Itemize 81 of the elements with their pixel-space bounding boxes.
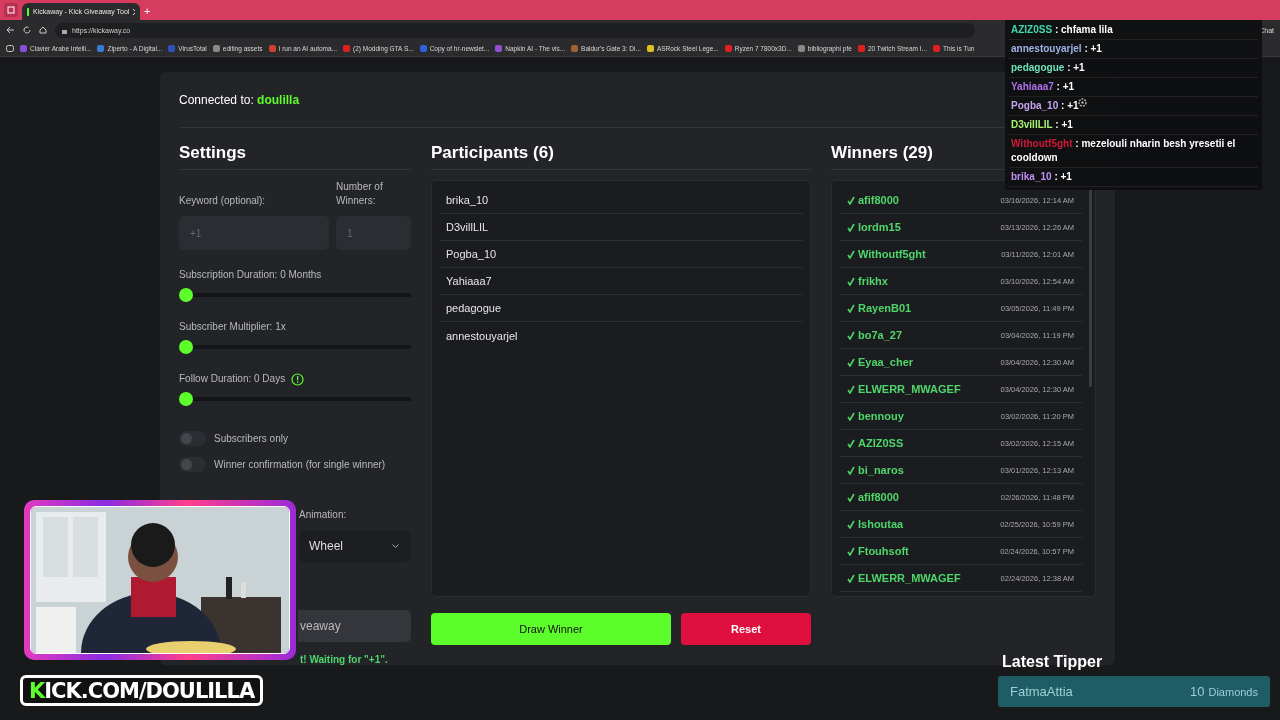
home-icon[interactable]: [39, 26, 47, 34]
participants-heading: Participants (6): [431, 136, 811, 170]
winner-name: Withoutf5ght: [858, 248, 927, 260]
tip-amount: 10: [1190, 684, 1205, 699]
check-icon: [847, 492, 855, 502]
winner-name: bennouy: [858, 410, 905, 422]
check-icon: [847, 465, 855, 475]
chat-message: Withoutf5ght : mezelouli nharin besh yresetii el cooldown: [1009, 135, 1258, 168]
participant-name: brika_10: [439, 187, 803, 214]
participant-name: pedagogue: [439, 295, 803, 322]
reset-button[interactable]: Reset: [681, 613, 811, 645]
check-icon: [847, 276, 855, 286]
status-message: t! Waiting for "+1".: [300, 654, 389, 665]
slider-label: Subscription Duration: 0 Months: [179, 268, 322, 282]
chat-message: Pogba_10 : +1: [1009, 97, 1258, 116]
winner-name: afif8000: [858, 491, 900, 503]
check-icon: [847, 249, 855, 259]
chat-message: AZIZ0SS : chfama lila: [1009, 21, 1258, 40]
check-icon: [847, 384, 855, 394]
winner-name: lordm15: [858, 221, 902, 233]
tipper-name: FatmaAttia: [1010, 684, 1074, 699]
toggle-label: Winner confirmation (for single winner): [214, 457, 386, 472]
winner-name: ELWERR_MWAGEF: [858, 383, 962, 395]
participant-name: D3villLIL: [439, 214, 803, 241]
check-icon: [847, 195, 855, 205]
check-icon: [847, 438, 855, 448]
animation-select[interactable]: Wheel: [299, 530, 411, 562]
participant-name: annestouyarjel: [445, 328, 519, 344]
keyword-label: Keyword (optional):: [179, 194, 267, 208]
check-icon: [847, 330, 855, 340]
winner-name: ELWERR_MWAGEF: [858, 572, 962, 584]
check-icon: [847, 573, 855, 583]
back-icon[interactable]: [6, 26, 15, 34]
winner-name: AZIZ0SS: [858, 437, 905, 449]
gear-icon[interactable]: [1077, 97, 1088, 108]
bookmark-icon[interactable]: [6, 44, 14, 52]
slider-thumb[interactable]: [179, 392, 193, 406]
tip-unit: Diamonds: [1208, 685, 1258, 698]
check-icon: [847, 357, 855, 367]
winner-name: Ishoutaa: [858, 518, 905, 530]
toggle-label: Subscribers only: [214, 431, 288, 446]
new-tab-button[interactable]: +: [144, 5, 151, 17]
check-icon: [847, 546, 855, 556]
winner-name: Ftouhsoft: [858, 545, 910, 557]
check-icon: [847, 303, 855, 313]
slider-thumb[interactable]: [179, 340, 193, 354]
winner-name: RayenB01: [858, 302, 913, 314]
check-icon: [847, 222, 855, 232]
animation-label: Animation:: [299, 508, 348, 522]
toggle-switch[interactable]: [179, 457, 206, 472]
toggle-switch[interactable]: [179, 431, 206, 446]
info-icon[interactable]: [291, 372, 305, 386]
chat-message: annestouyarjel : +1: [1009, 40, 1258, 59]
settings-heading: Settings: [179, 136, 411, 170]
winner-name: bi_naros: [858, 464, 905, 476]
winner-name: frikhx: [858, 275, 889, 287]
participant-name: Pogba_10: [439, 241, 803, 268]
winner-name: bo7a_27: [858, 329, 904, 341]
slider-label: Subscriber Multiplier: 1x: [179, 320, 286, 334]
participant-name: Yahiaaa7: [439, 268, 803, 295]
tab-favicon-icon: [27, 7, 30, 16]
winner-name: Eyaa_cher: [858, 356, 915, 368]
check-icon: [847, 519, 855, 529]
draw-winner-button[interactable]: Draw Winner: [431, 613, 671, 645]
connection-status: Connected to: doulilla: [179, 92, 300, 107]
chat-message: D3villLIL : +1: [1009, 116, 1258, 135]
channel-url-logo: KICK.COM/DOULILLA: [20, 675, 264, 706]
slider-label: Follow Duration: 0 Days: [179, 372, 286, 386]
check-icon: [847, 411, 855, 421]
reload-icon[interactable]: [23, 26, 31, 34]
chat-message: Yahiaaa7 : +1: [1009, 78, 1258, 97]
latest-tipper-title: Latest Tipper: [1002, 653, 1103, 671]
chat-message: pedagogue : +1: [1009, 59, 1258, 78]
winners-count-label: Number of Winners:: [336, 180, 384, 208]
start-giveaway-button[interactable]: veaway: [298, 610, 411, 642]
slider-thumb[interactable]: [179, 288, 193, 302]
caret-icon: [392, 544, 399, 548]
chat-message: brika_10 : +1: [1009, 168, 1258, 187]
keyword-field[interactable]: +1: [179, 216, 329, 250]
winner-name: afif8000: [858, 194, 900, 206]
browser-menu-icon[interactable]: [4, 3, 18, 17]
